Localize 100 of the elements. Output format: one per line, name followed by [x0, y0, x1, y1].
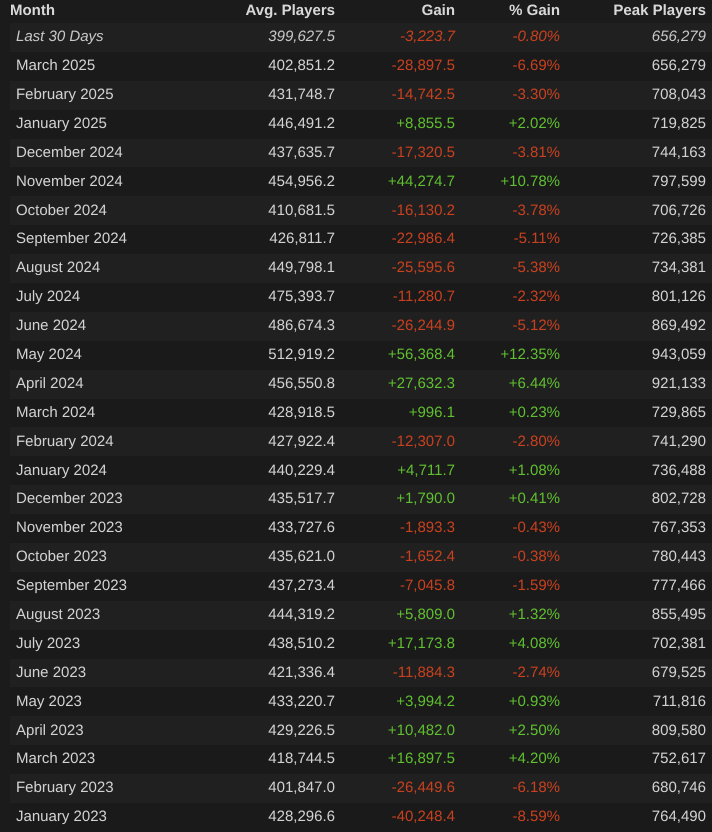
table-cell-text: +4,711.7	[397, 460, 455, 481]
table-cell-text: March 2025	[15, 56, 96, 76]
table-cell-text: -11,280.7	[392, 287, 455, 308]
table-cell-text: 780,443	[652, 547, 706, 568]
table-cell-text: 656,279	[652, 27, 706, 48]
table-cell-text: +10,482.0	[388, 720, 455, 741]
table-cell-text: -3,223.7	[400, 27, 455, 48]
table-cell-text: -28,897.5	[392, 56, 455, 76]
table-cell-text: +56,368.4	[388, 344, 455, 365]
table-cell-text: 679,525	[652, 662, 706, 683]
table-cell-text: 427,922.4	[268, 432, 335, 452]
table-cell-text: 449,798.1	[268, 258, 335, 278]
table-cell-text: 431,748.7	[268, 84, 335, 105]
table-cell-text: +16,897.5	[388, 749, 455, 770]
table-cell-text: 943,059	[652, 344, 706, 365]
table-cell-text: -5.11%	[514, 229, 560, 250]
table-cell-text: +2.02%	[508, 114, 560, 134]
table-cell-text: 855,495	[652, 605, 706, 625]
table-cell-text: 426,811.7	[269, 229, 335, 250]
table-cell-text: 401,847.0	[268, 778, 335, 798]
table-cell-text: March 2024	[15, 402, 96, 423]
table-cell-text: October 2024	[15, 200, 107, 221]
table-cell-text: +3,994.2	[396, 692, 455, 712]
table-cell-text: 869,492	[652, 316, 706, 336]
table-cell-text: -26,449.6	[392, 778, 455, 798]
table-cell-text: 726,385	[652, 229, 706, 250]
table-cell-text: -6.18%	[512, 778, 560, 798]
table-cell-text: -0.80%	[512, 27, 560, 48]
table-cell-text: +0.41%	[508, 489, 560, 510]
table-cell-text: 809,580	[652, 720, 706, 741]
table-cell-text: 711,816	[652, 692, 706, 712]
table-cell-text: 744,163	[652, 142, 706, 163]
table-cell-text: 752,617	[652, 749, 706, 770]
table-cell-text: April 2024	[15, 374, 84, 394]
table-cell-text: 702,381	[652, 634, 706, 654]
table-cell-text: 437,273.4	[268, 576, 335, 596]
table-cell-text: +1,790.0	[396, 489, 455, 510]
table-cell-text: +4.08%	[508, 634, 560, 654]
column-header: Peak Players	[613, 1, 706, 22]
table-cell-text: +44,274.7	[388, 172, 455, 192]
table-cell-text: -0.38%	[512, 547, 560, 568]
table-cell-text: -40,248.4	[392, 807, 455, 828]
table-cell-text: +6.44%	[508, 374, 560, 394]
table-cell-text: January 2023	[15, 807, 107, 828]
table-cell-text: +4.20%	[508, 749, 560, 770]
table-cell-text: 438,510.2	[268, 634, 335, 654]
table-cell-text: 435,517.7	[268, 489, 335, 510]
table-cell-text: -17,320.5	[392, 142, 455, 163]
table-cell-text: 708,043	[652, 84, 706, 105]
table-cell-text: +0.23%	[508, 402, 560, 423]
table-cell-text: January 2024	[15, 460, 107, 481]
table-cell-text: 777,466	[652, 576, 706, 596]
table-cell-text: May 2024	[15, 344, 82, 365]
table-cell-text: November 2024	[15, 172, 123, 192]
table-cell-text: 444,319.2	[268, 605, 335, 625]
table-cell-text: July 2023	[15, 634, 80, 654]
table-cell-text: 440,229.4	[268, 460, 335, 481]
table-cell-text: February 2025	[15, 84, 114, 105]
table-cell-text: -7,045.8	[400, 576, 455, 596]
table-cell-text: -3.81%	[512, 142, 560, 163]
table-cell-text: February 2024	[15, 432, 114, 452]
column-header: % Gain	[509, 1, 560, 22]
table-cell-text: 421,336.4	[268, 662, 335, 683]
column-header: Month	[10, 1, 55, 22]
column-header: Avg. Players	[246, 1, 335, 22]
table-cell-text: +2.50%	[508, 720, 560, 741]
table-cell-text: +1.32%	[508, 605, 560, 625]
table-cell-text: 418,744.5	[268, 749, 335, 770]
table-cell-text: 802,728	[652, 489, 706, 510]
table-cell-text: -22,986.4	[392, 229, 455, 250]
table-cell-text: -8.59%	[512, 807, 560, 828]
table-cell-text: -11,884.3	[392, 662, 455, 683]
table-cell-text: 475,393.7	[268, 287, 335, 308]
table-cell-text: 656,279	[652, 56, 706, 76]
table-cell-text: +27,632.3	[388, 374, 455, 394]
table-cell-text: July 2024	[15, 287, 80, 308]
table-cell-text: 402,851.2	[268, 56, 335, 76]
table-cell-text: 729,865	[652, 402, 706, 423]
table-cell-text: 399,627.5	[268, 27, 335, 48]
table-cell-text: September 2024	[15, 229, 127, 250]
table-cell-text: December 2024	[15, 142, 123, 163]
table-cell-text: 446,491.2	[268, 114, 335, 134]
table-cell-text: September 2023	[15, 576, 127, 596]
table-cell-text: June 2024	[15, 316, 86, 336]
table-cell-text: +5,809.0	[396, 605, 455, 625]
table-cell-text: -1.59%	[512, 576, 560, 596]
table-cell-text: August 2023	[15, 605, 100, 625]
table-cell-text: 435,621.0	[268, 547, 335, 568]
table-cell-text: 921,133	[652, 374, 706, 394]
table-cell-text: 456,550.8	[268, 374, 335, 394]
table-cell-text: 741,290	[652, 432, 706, 452]
table-cell-text: -14,742.5	[392, 84, 455, 105]
table-cell-text: 719,825	[652, 114, 706, 134]
column-header: Gain	[422, 1, 455, 22]
table-cell-text: Last 30 Days	[15, 27, 104, 48]
table-cell-text: April 2023	[15, 720, 84, 741]
table-cell-text: +1.08%	[508, 460, 560, 481]
table-cell-text: 680,746	[652, 778, 706, 798]
table-cell-text: +996.1	[408, 402, 455, 423]
table-cell-text: -3.78%	[512, 200, 560, 221]
